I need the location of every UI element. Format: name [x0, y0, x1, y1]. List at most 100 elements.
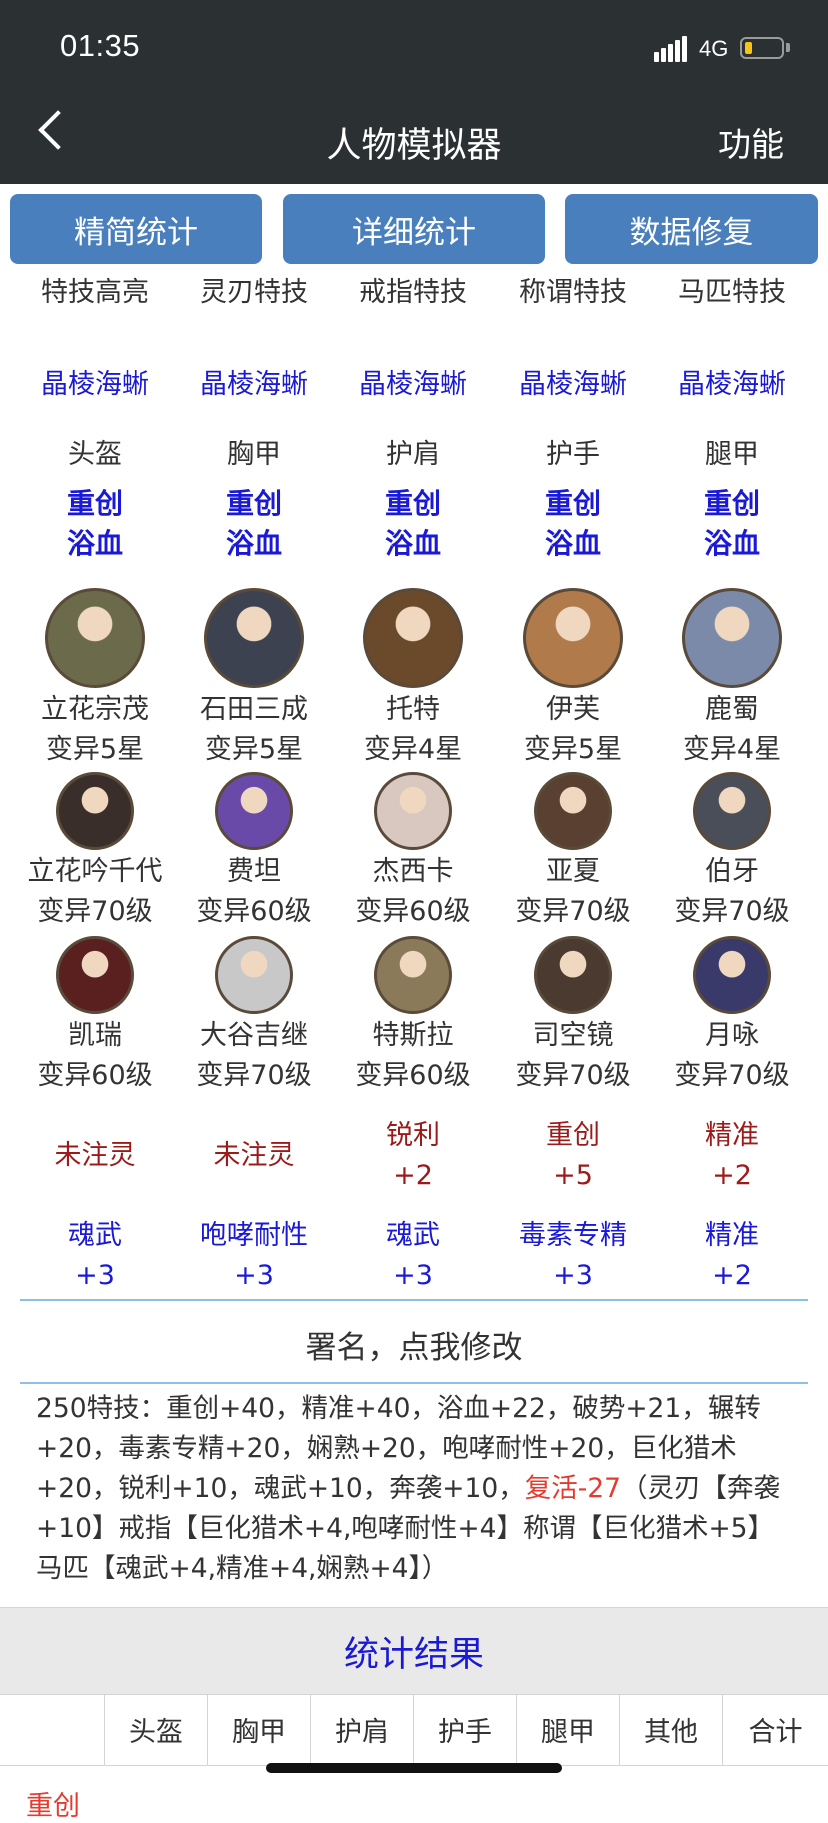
- hero-name: 特斯拉: [372, 1020, 454, 1051]
- function-button[interactable]: 功能: [718, 118, 784, 166]
- detailed-stats-button[interactable]: 详细统计: [283, 194, 545, 264]
- soul-value: +3: [553, 1260, 593, 1291]
- soul-cell[interactable]: 魂武 +3: [15, 1216, 175, 1296]
- hero-name: 鹿蜀: [705, 694, 759, 725]
- armor-stunt-b: 浴血: [703, 527, 760, 560]
- armor-slot: 腿甲: [705, 439, 759, 470]
- hero-avatar[interactable]: [215, 936, 293, 1014]
- hero-avatar[interactable]: [693, 936, 771, 1014]
- table-header: 护手: [414, 1694, 517, 1766]
- hero-avatar[interactable]: [374, 772, 452, 850]
- result-title: 统计结果: [0, 1607, 828, 1695]
- armor-stunts[interactable]: 重创 浴血: [333, 484, 493, 564]
- stunt-value[interactable]: 晶棱海蜥: [652, 362, 812, 401]
- stunt-value[interactable]: 晶棱海蜥: [15, 362, 175, 401]
- armor-stunt-b: 浴血: [225, 527, 282, 560]
- infusion-name: 精准: [705, 1120, 759, 1151]
- stunt-value[interactable]: 晶棱海蜥: [333, 362, 493, 401]
- table-row-label: 重创: [26, 1791, 80, 1822]
- infusion-name: 未注灵: [213, 1140, 295, 1171]
- soul-cell[interactable]: 精准 +2: [652, 1216, 812, 1296]
- data-repair-button[interactable]: 数据修复: [565, 194, 818, 264]
- hero-level: 变异70级: [515, 1060, 631, 1091]
- infusion-value: +2: [393, 1160, 433, 1191]
- hero-avatar[interactable]: [45, 588, 145, 688]
- hero-avatar[interactable]: [363, 588, 463, 688]
- infusion-cell[interactable]: 未注灵: [15, 1136, 175, 1176]
- armor-stunt-b: 浴血: [66, 527, 123, 560]
- hero-name: 托特: [386, 694, 440, 725]
- signature-link[interactable]: 署名，点我修改: [0, 1322, 828, 1367]
- hero-avatar[interactable]: [56, 936, 134, 1014]
- soul-name: 魂武: [386, 1220, 440, 1251]
- soul-name: 魂武: [68, 1220, 122, 1251]
- hero-level: 变异60级: [355, 1060, 471, 1091]
- hero-avatar[interactable]: [693, 772, 771, 850]
- hero-level: 变异5星: [204, 734, 304, 765]
- simple-stats-button[interactable]: 精简统计: [10, 194, 262, 264]
- armor-stunts[interactable]: 重创 浴血: [174, 484, 334, 564]
- battery-tip: [786, 43, 790, 52]
- stunt-header: 戒指特技: [359, 277, 467, 308]
- hero-avatar[interactable]: [215, 772, 293, 850]
- hero-avatar[interactable]: [374, 936, 452, 1014]
- stunt-value[interactable]: 晶棱海蜥: [493, 362, 653, 401]
- soul-value: +3: [234, 1260, 274, 1291]
- table-header: 其他: [620, 1694, 723, 1766]
- hero-name: 伊芙: [546, 694, 600, 725]
- infusion-cell[interactable]: 未注灵: [174, 1136, 334, 1176]
- hero-name: 费坦: [227, 856, 281, 887]
- soul-cell[interactable]: 毒素专精 +3: [493, 1216, 653, 1296]
- hero-level: 变异60级: [37, 1060, 153, 1091]
- hero-avatar[interactable]: [534, 936, 612, 1014]
- armor-stunts[interactable]: 重创 浴血: [15, 484, 175, 564]
- hero-level: 变异70级: [674, 1060, 790, 1091]
- divider: [20, 1299, 808, 1301]
- armor-stunt-a: 重创: [384, 487, 441, 520]
- hero-level: 变异70级: [674, 896, 790, 927]
- top-bar: 01:35 4G 人物模拟器 功能: [0, 0, 828, 184]
- status-time: 01:35: [60, 28, 141, 63]
- stunt-header: 马匹特技: [678, 277, 786, 308]
- armor-slot: 胸甲: [227, 439, 281, 470]
- hero-avatar[interactable]: [534, 772, 612, 850]
- hero-avatar[interactable]: [523, 588, 623, 688]
- hero-name: 司空镜: [532, 1020, 614, 1051]
- hero-avatar[interactable]: [56, 772, 134, 850]
- hero-avatar[interactable]: [204, 588, 304, 688]
- armor-stunt-a: 重创: [225, 487, 282, 520]
- hero-name: 石田三成: [200, 694, 308, 725]
- hero-avatar[interactable]: [682, 588, 782, 688]
- page-title: 人物模拟器: [326, 126, 502, 166]
- infusion-cell[interactable]: 精准 +2: [652, 1116, 812, 1196]
- infusion-cell[interactable]: 重创 +5: [493, 1116, 653, 1196]
- soul-cell[interactable]: 咆哮耐性 +3: [174, 1216, 334, 1296]
- hero-name: 凯瑞: [68, 1020, 122, 1051]
- armor-stunt-a: 重创: [544, 487, 601, 520]
- armor-slot: 护手: [546, 439, 600, 470]
- hero-name: 亚夏: [546, 856, 600, 887]
- armor-slot: 头盔: [68, 439, 122, 470]
- hero-name: 杰西卡: [372, 856, 454, 887]
- armor-slot: 护肩: [386, 439, 440, 470]
- stunt-header: 称谓特技: [519, 277, 627, 308]
- hero-level: 变异4星: [682, 734, 782, 765]
- armor-stunts[interactable]: 重创 浴血: [652, 484, 812, 564]
- infusion-cell[interactable]: 锐利 +2: [333, 1116, 493, 1196]
- soul-value: +3: [393, 1260, 433, 1291]
- infusion-name: 锐利: [386, 1120, 440, 1151]
- hero-level: 变异70级: [196, 1060, 312, 1091]
- soul-cell[interactable]: 魂武 +3: [333, 1216, 493, 1296]
- hero-level: 变异70级: [37, 896, 153, 927]
- result-table: 头盔 胸甲 护肩 护手 腿甲 其他 合计 重创: [0, 1694, 828, 1822]
- armor-stunts[interactable]: 重创 浴血: [493, 484, 653, 564]
- table-header: [0, 1694, 105, 1766]
- infusion-value: +5: [553, 1160, 593, 1191]
- infusion-name: 重创: [546, 1120, 600, 1151]
- hero-name: 立花吟千代: [27, 856, 163, 887]
- stunt-value[interactable]: 晶棱海蜥: [174, 362, 334, 401]
- hero-level: 变异5星: [45, 734, 145, 765]
- soul-name: 毒素专精: [519, 1220, 627, 1251]
- hero-name: 大谷吉继: [200, 1020, 308, 1051]
- stunt-header: 灵刃特技: [200, 277, 308, 308]
